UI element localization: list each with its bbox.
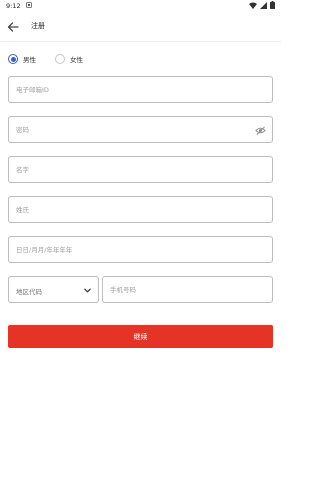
gender-label-female: 女性 — [70, 56, 83, 64]
continue-button[interactable]: 继续 — [8, 325, 273, 348]
phone-field-container — [102, 276, 273, 303]
radio-checked-icon[interactable] — [8, 54, 18, 64]
gender-option-male[interactable]: 男性 — [8, 54, 36, 64]
page-title: 注册 — [31, 22, 45, 30]
radio-unchecked-icon[interactable] — [55, 54, 65, 64]
region-code-select[interactable]: 地区代码 — [8, 276, 99, 303]
app-bar: 注册 — [0, 12, 281, 42]
password-field[interactable] — [9, 117, 272, 143]
dob-field-container — [8, 236, 273, 263]
last-name-field-container — [8, 196, 273, 223]
notification-icon — [26, 2, 32, 8]
first-name-field[interactable] — [9, 157, 272, 183]
email-field-container — [8, 76, 273, 103]
battery-icon — [270, 1, 275, 9]
wifi-icon — [249, 2, 257, 9]
password-field-container — [8, 116, 273, 143]
region-code-label: 地区代码 — [16, 288, 42, 296]
email-field[interactable] — [9, 77, 272, 103]
first-name-field-container — [8, 156, 273, 183]
phone-field[interactable] — [103, 277, 272, 303]
chevron-down-icon — [84, 288, 91, 293]
back-arrow-icon[interactable] — [6, 20, 20, 34]
dob-field[interactable] — [9, 237, 272, 263]
status-time: 9:12 — [6, 2, 21, 10]
gender-label-male: 男性 — [23, 56, 36, 64]
last-name-field[interactable] — [9, 197, 272, 223]
gender-option-female[interactable]: 女性 — [55, 54, 83, 64]
gender-selector: 男性 女性 — [8, 52, 102, 66]
signal-icon — [260, 1, 267, 9]
visibility-off-icon[interactable] — [255, 125, 266, 136]
status-bar: 9:12 — [0, 0, 281, 12]
